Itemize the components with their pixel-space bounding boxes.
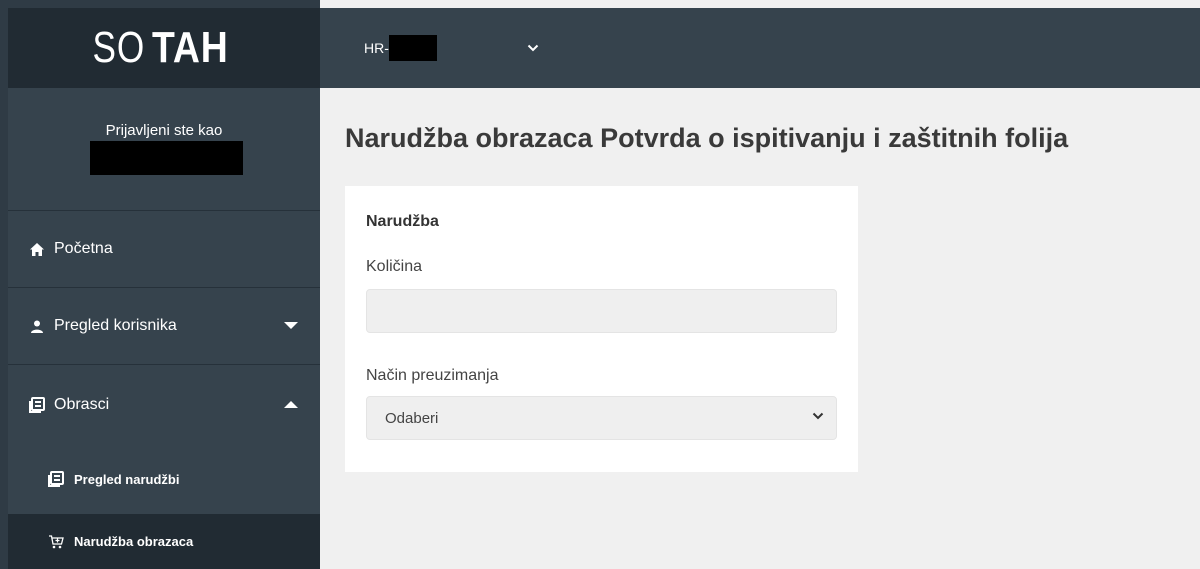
quantity-label: Količina xyxy=(366,258,423,275)
page-title: Narudžba obrazaca Potvrda o ispitivanju … xyxy=(345,123,1069,153)
pickup-method-label: Način preuzimanja xyxy=(366,367,499,384)
logo-text-part2: TAH xyxy=(151,23,229,72)
sidebar-item-label: Pregled korisnika xyxy=(54,317,177,334)
organization-redacted xyxy=(388,35,437,61)
chevron-down-icon xyxy=(812,412,824,420)
sidebar: SO TAH Prijavljeni ste kao Početna Pregle… xyxy=(0,0,320,569)
user-icon xyxy=(28,317,46,335)
logged-in-label: Prijavljeni ste kao xyxy=(105,122,223,139)
order-form-card: Narudžba Količina Način preuzimanja Odab… xyxy=(345,186,858,472)
pickup-method-selected: Odaberi xyxy=(385,409,439,427)
logo[interactable]: SO TAH xyxy=(8,8,320,88)
caret-up-icon xyxy=(284,400,298,408)
home-icon xyxy=(28,240,46,258)
logo-text-part1: SO xyxy=(92,23,146,72)
sidebar-item-users[interactable]: Pregled korisnika xyxy=(8,287,320,364)
user-info: Prijavljeni ste kao xyxy=(8,88,320,210)
sidebar-item-home[interactable]: Početna xyxy=(8,210,320,287)
organization-prefix: HR- xyxy=(364,40,389,56)
sidebar-subitem-label: Narudžba obrazaca xyxy=(74,534,194,549)
top-bar: HR- xyxy=(320,8,1200,88)
cart-icon xyxy=(48,534,64,550)
caret-down-icon xyxy=(284,322,298,329)
chevron-down-icon xyxy=(527,44,539,52)
quantity-input[interactable] xyxy=(366,289,837,333)
forms-icon xyxy=(28,396,46,414)
sidebar-item-forms[interactable]: Obrasci xyxy=(8,364,320,444)
sidebar-item-label: Obrasci xyxy=(54,395,110,413)
forms-icon xyxy=(48,471,64,487)
sidebar-subitem-order-review[interactable]: Pregled narudžbi xyxy=(8,444,320,514)
sidebar-subitem-form-order[interactable]: Narudžba obrazaca xyxy=(8,514,320,569)
sidebar-item-label: Početna xyxy=(54,240,113,257)
organization-selector[interactable]: HR- xyxy=(364,35,539,61)
pickup-method-select[interactable]: Odaberi xyxy=(366,396,837,440)
card-title: Narudžba xyxy=(366,213,439,230)
user-name-redacted xyxy=(90,141,243,175)
sidebar-subitem-label: Pregled narudžbi xyxy=(74,471,180,487)
